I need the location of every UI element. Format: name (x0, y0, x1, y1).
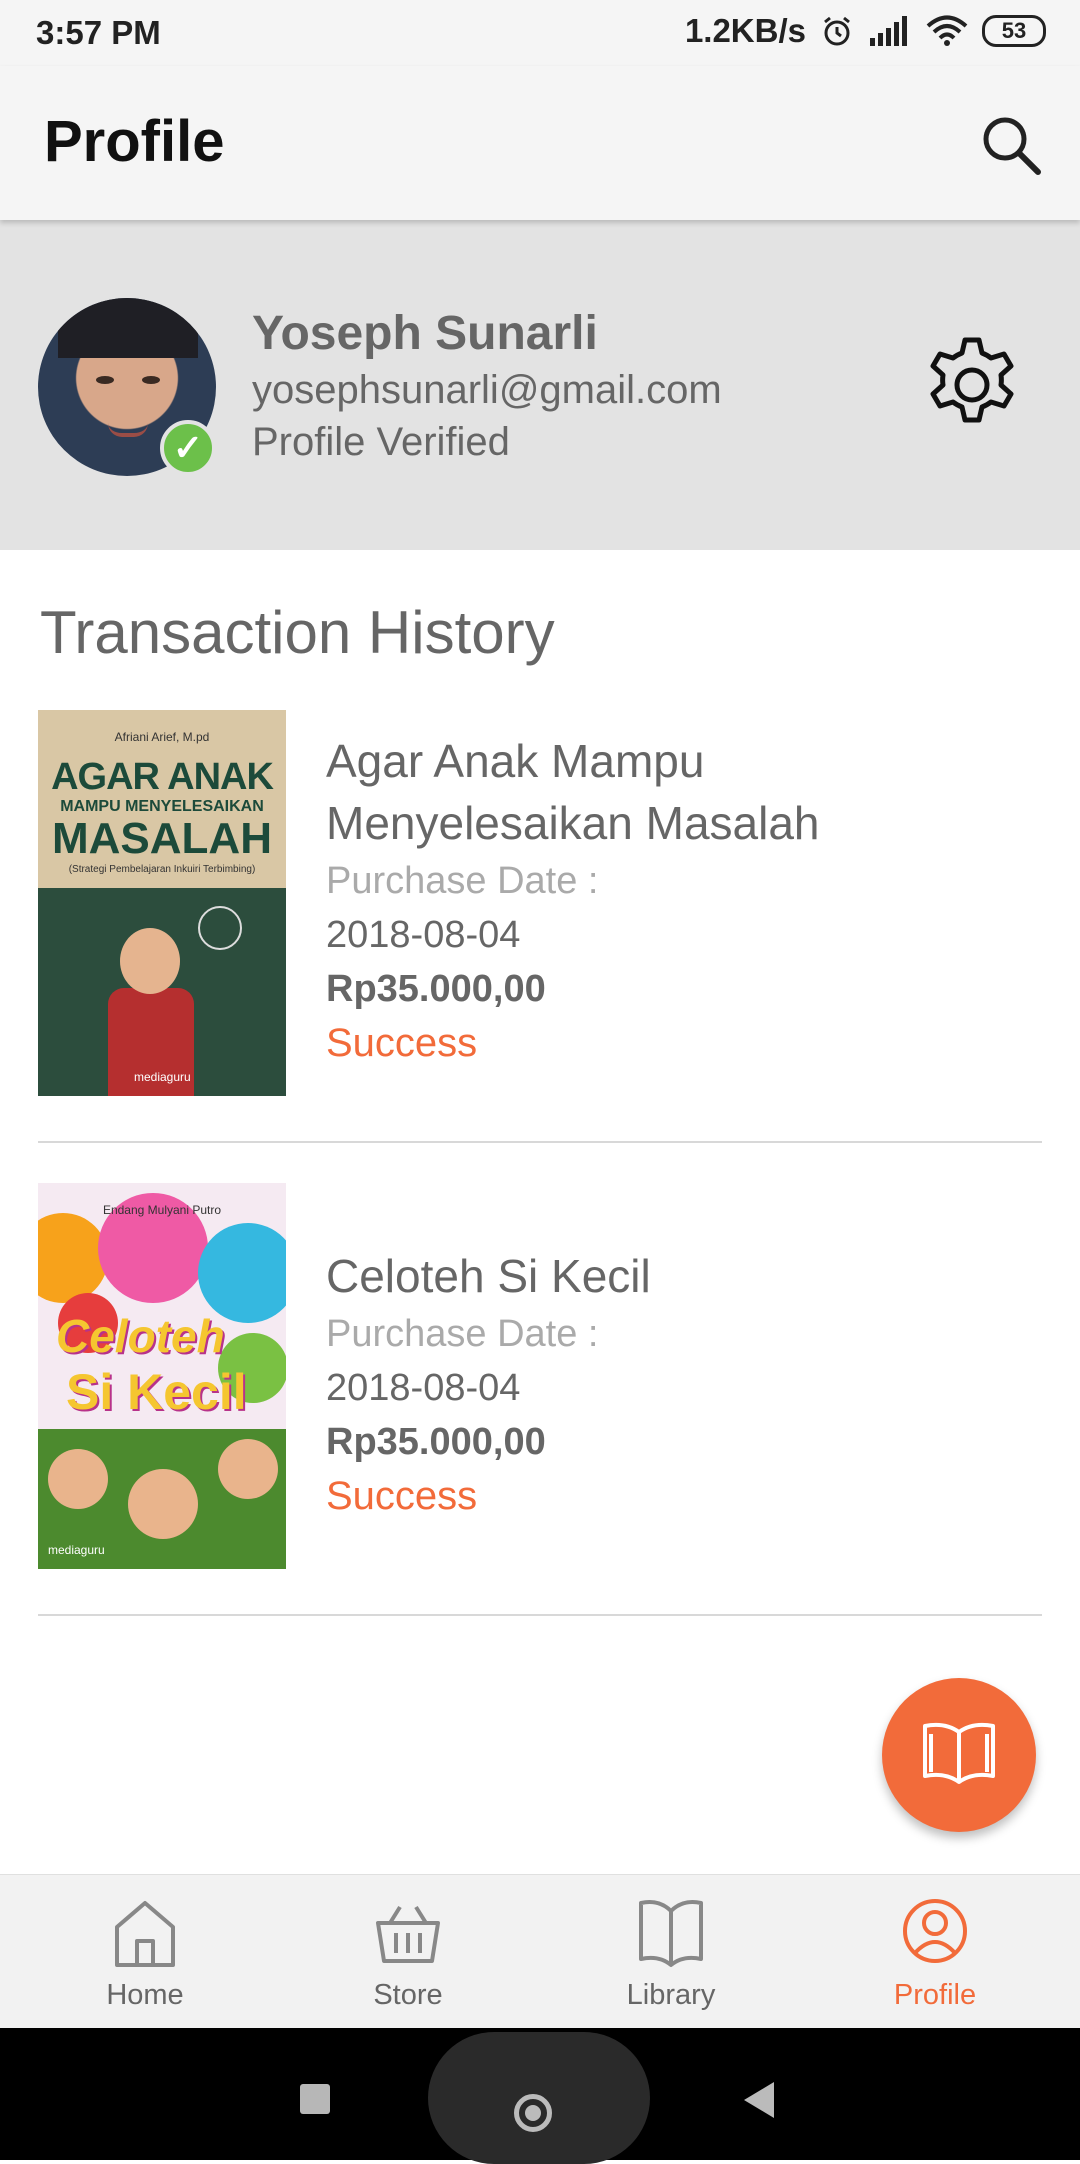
user-icon (903, 1899, 967, 1963)
user-name: Yoseph Sunarli (252, 307, 598, 360)
status-bar: 3:57 PM 1.2KB/s 53 (0, 0, 1080, 66)
cover-author: Endang Mulyani Putro (102, 1203, 222, 1217)
transaction-item[interactable]: Endang Mulyani Putro Celoteh Si Kecil me… (38, 1183, 1042, 1569)
system-navigation-bar (0, 2028, 1080, 2164)
book-title: Agar Anak Mampu Menyelesaikan Masalah (326, 735, 820, 849)
nav-store[interactable]: Store (273, 1875, 543, 2029)
open-library-fab[interactable] (882, 1678, 1036, 1832)
book-icon (639, 1900, 703, 1967)
status-badge: Success (326, 1474, 478, 1518)
home-button-icon[interactable] (514, 2094, 552, 2132)
purchase-date-label: Purchase Date : (326, 1313, 599, 1355)
profile-header: ✓ Yoseph Sunarli yosephsunarli@gmail.com… (0, 220, 1080, 550)
nav-library-label: Library (626, 1979, 716, 2011)
cover-publisher: mediaguru (134, 1070, 191, 1084)
nav-home-label: Home (106, 1979, 184, 2011)
cover-title-line3: MASALAH (52, 814, 272, 863)
cover-subtitle: (Strategi Pembelajaran Inkuiri Terbimbin… (68, 864, 256, 875)
gear-icon[interactable] (918, 332, 1026, 440)
nav-profile-label: Profile (893, 1979, 977, 2011)
status-time: 3:57 PM (36, 14, 161, 51)
price: Rp35.000,00 (326, 968, 546, 1010)
alarm-icon (824, 16, 850, 46)
nav-profile[interactable]: Profile (800, 1875, 1070, 2029)
cover-title-line1: AGAR ANAK (51, 756, 274, 798)
nav-home[interactable]: Home (10, 1875, 280, 2029)
nav-store-label: Store (373, 1979, 443, 2011)
status-icons: 1.2KB/s 53 (685, 12, 1046, 50)
recent-apps-icon[interactable] (300, 2084, 330, 2114)
nav-library[interactable]: Library (536, 1875, 806, 2029)
app-bar: Profile (0, 66, 1080, 220)
lightbulb-icon (198, 906, 242, 950)
user-email: yosephsunarli@gmail.com (252, 368, 722, 412)
verified-check-icon: ✓ (160, 420, 216, 476)
back-icon[interactable] (744, 2082, 774, 2118)
profile-status: Profile Verified (252, 420, 510, 464)
transaction-info: Agar Anak Mampu Menyelesaikan Masalah Pu… (326, 730, 866, 1070)
purchase-date: 2018-08-04 (326, 1367, 521, 1409)
signal-icon (870, 16, 907, 46)
battery-icon: 53 (982, 15, 1046, 47)
page-title: Profile (44, 109, 225, 174)
book-cover: Afriani Arief, M.pd AGAR ANAK MAMPU MENY… (38, 710, 286, 1096)
open-book-icon (923, 1722, 995, 1784)
wifi-icon (926, 15, 968, 46)
price: Rp35.000,00 (326, 1421, 546, 1463)
cover-title-line2: Si Kecil (66, 1364, 247, 1420)
bottom-navigation: Home Store Library Profile (0, 1874, 1080, 2029)
book-cover: Endang Mulyani Putro Celoteh Si Kecil me… (38, 1183, 286, 1569)
transaction-info: Celoteh Si Kecil Purchase Date : 2018-08… (326, 1245, 651, 1523)
search-icon[interactable] (976, 110, 1046, 180)
basket-icon (376, 1905, 440, 1963)
transaction-item[interactable]: Afriani Arief, M.pd AGAR ANAK MAMPU MENY… (38, 710, 1042, 1096)
transaction-history-title: Transaction History (40, 599, 555, 666)
cover-publisher: mediaguru (48, 1543, 105, 1557)
status-badge: Success (326, 1021, 478, 1065)
purchase-date: 2018-08-04 (326, 914, 521, 956)
cover-author: Afriani Arief, M.pd (114, 730, 210, 744)
divider (38, 1141, 1042, 1143)
home-icon (115, 1901, 175, 1967)
purchase-date-label: Purchase Date : (326, 860, 599, 902)
book-title: Celoteh Si Kecil (326, 1250, 651, 1302)
divider (38, 1614, 1042, 1616)
cover-title-line1: Celoteh (56, 1310, 225, 1362)
network-speed: 1.2KB/s (684, 12, 806, 49)
